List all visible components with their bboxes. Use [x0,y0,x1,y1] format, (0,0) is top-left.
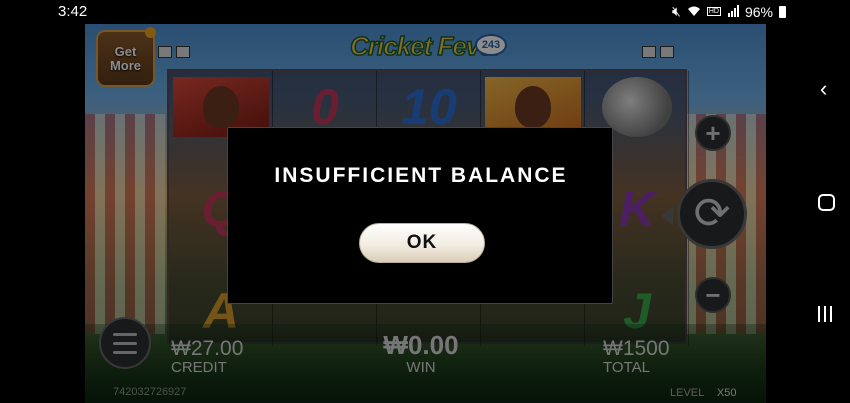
recents-icon[interactable] [818,306,832,322]
device-screen: 3:42 🔇︎ HD 96% Get More Cricket Fever 24… [0,0,850,403]
battery-percent: 96% [744,3,773,20]
status-icons: 🔇︎ HD 96% [672,3,786,20]
navigation-bar: ‹ [766,24,850,403]
hd-voice-icon: HD [706,7,721,16]
status-time: 3:42 [58,3,88,20]
home-icon[interactable] [818,194,835,211]
battery-icon [779,5,786,18]
ok-button[interactable]: OK [359,223,485,263]
status-bar: 3:42 🔇︎ HD 96% [0,0,850,24]
signal-icon [727,4,739,20]
dialog-title: INSUFFICIENT BALANCE [274,164,568,187]
game-area: Get More Cricket Fever 243 Q A 0 10 K J + ⟳ −… [85,24,766,403]
insufficient-balance-dialog: INSUFFICIENT BALANCE OK [227,127,613,304]
mute-icon: 🔇︎ [672,3,681,19]
wifi-icon [687,4,701,20]
back-icon[interactable]: ‹ [820,76,827,102]
